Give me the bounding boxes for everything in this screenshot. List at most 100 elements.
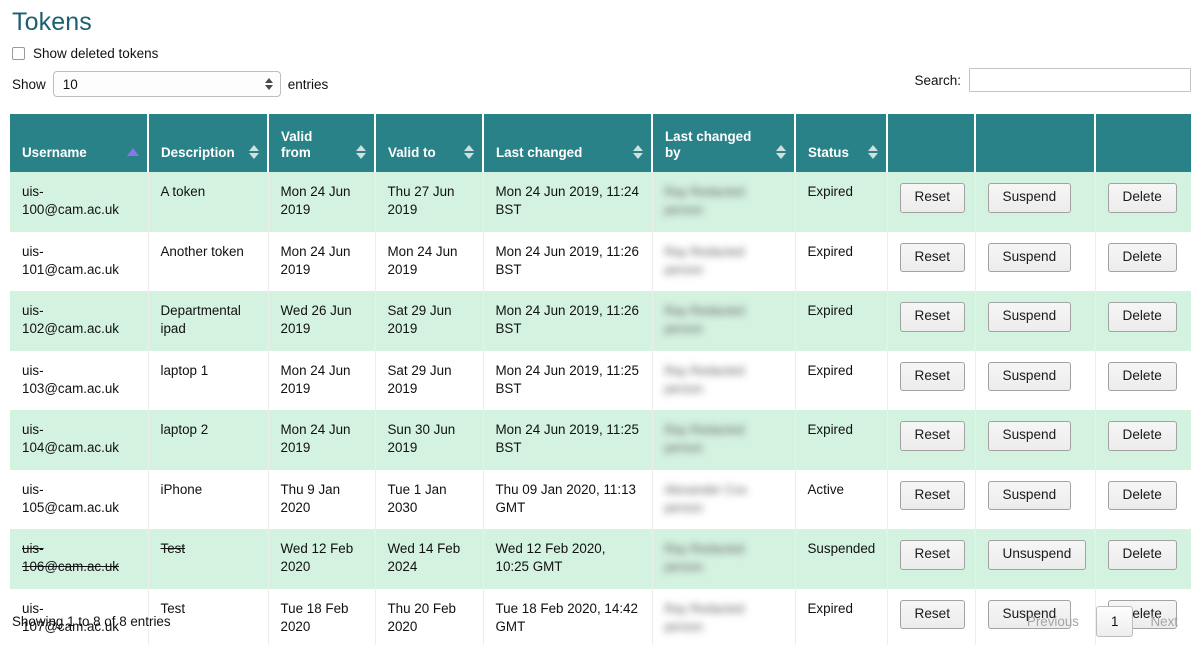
row-status: Expired	[795, 291, 888, 351]
row-last-changed: Mon 24 Jun 2019, 11:25 BST	[483, 410, 653, 470]
reset-button[interactable]: Reset	[899, 361, 966, 392]
row-username-text: uis-104@cam.ac.uk	[22, 422, 119, 456]
suspend-button[interactable]: Suspend	[987, 302, 1072, 332]
pagination-next[interactable]: Next	[1138, 606, 1190, 637]
delete-button[interactable]: Delete	[1107, 480, 1177, 511]
row-action-cell: Delete	[1095, 350, 1191, 410]
row-last-changed-by: Alexander Cox person	[652, 469, 796, 529]
sort-none-icon	[868, 145, 878, 159]
table-row: uis-104@cam.ac.uk laptop 2 Mon 24 Jun 2019…	[10, 410, 1191, 470]
table-row: uis-102@cam.ac.uk Departmental ipad Wed 26…	[10, 291, 1191, 351]
row-status-text: Expired	[807, 303, 853, 318]
row-status: Expired	[795, 231, 888, 291]
row-last-changed-by: Ray Redacted person	[652, 410, 796, 470]
table-row: uis-101@cam.ac.uk Another token Mon 24 Jun…	[10, 231, 1191, 291]
table-row: uis-100@cam.ac.uk A token Mon 24 Jun 2019 T…	[10, 172, 1191, 232]
row-status-text: Expired	[807, 362, 853, 378]
row-description-text: Test	[160, 541, 186, 556]
reset-button[interactable]: Reset	[899, 540, 966, 570]
row-status: Active	[795, 469, 888, 529]
row-username: uis-105@cam.ac.uk	[10, 469, 149, 529]
row-status-text: Expired	[807, 422, 853, 437]
row-valid-from: Thu 9 Jan 2020	[268, 469, 376, 529]
row-valid-to-text: Wed 14 Feb 2024	[387, 541, 461, 575]
sort-none-icon	[776, 145, 786, 159]
row-valid-from-text: Mon 24 Jun 2019	[280, 422, 351, 456]
column-header-valid-to[interactable]: Valid to	[375, 114, 484, 172]
row-status-text: Expired	[807, 600, 853, 616]
row-status-text: Suspended	[807, 541, 876, 556]
sort-none-icon	[464, 145, 474, 159]
row-username: uis-104@cam.ac.uk	[10, 410, 149, 470]
row-status-text: Expired	[807, 184, 853, 199]
page-length-value: 10	[62, 76, 78, 92]
show-deleted-tokens-label: Show deleted tokens	[33, 46, 159, 61]
reset-button[interactable]: Reset	[899, 183, 966, 213]
row-last-changed-text: Mon 24 Jun 2019, 11:24 BST	[495, 184, 639, 218]
column-header-status[interactable]: Status	[795, 114, 888, 172]
row-valid-from-text: Wed 12 Feb 2020	[280, 541, 354, 575]
row-action-cell: Reset	[887, 588, 976, 645]
row-status: Expired	[795, 410, 888, 470]
column-header-username[interactable]: Username	[10, 114, 149, 172]
row-last-changed-by: Ray Redacted person	[652, 350, 796, 410]
row-valid-from: Mon 24 Jun 2019	[268, 350, 376, 410]
row-username: uis-103@cam.ac.uk	[10, 350, 149, 410]
row-action-cell: Suspend	[975, 172, 1096, 232]
row-valid-to: Sat 29 Jun 2019	[375, 291, 484, 351]
row-status-text: Active	[807, 481, 844, 497]
page-title: Tokens	[12, 8, 92, 36]
reset-button[interactable]: Reset	[899, 480, 966, 511]
row-valid-to: Thu 20 Feb 2020	[375, 588, 484, 645]
sort-none-icon	[249, 145, 259, 159]
delete-button[interactable]: Delete	[1107, 302, 1177, 332]
row-description: laptop 2	[148, 410, 269, 470]
reset-button[interactable]: Reset	[899, 242, 966, 273]
delete-button[interactable]: Delete	[1107, 540, 1177, 570]
delete-button[interactable]: Delete	[1107, 421, 1177, 451]
row-valid-to-text: Thu 27 Jun 2019	[387, 184, 455, 218]
show-deleted-tokens-control[interactable]: Show deleted tokens	[12, 46, 158, 61]
row-action-cell: Suspend	[975, 469, 1096, 529]
suspend-button[interactable]: Suspend	[987, 242, 1072, 273]
row-valid-from-text: Wed 26 Jun 2019	[280, 303, 352, 337]
row-last-changed-by-redacted: Ray Redacted person	[664, 244, 745, 277]
delete-button[interactable]: Delete	[1107, 361, 1177, 392]
row-username: uis-106@cam.ac.uk	[10, 529, 149, 589]
page-length-select[interactable]: 10	[52, 71, 281, 97]
reset-button[interactable]: Reset	[899, 421, 966, 451]
suspend-button[interactable]: Suspend	[987, 421, 1072, 451]
row-description-text: Departmental ipad	[160, 303, 241, 337]
row-description: Test	[148, 529, 269, 589]
row-last-changed-by-redacted: Alexander Cox person	[664, 482, 748, 515]
column-header-last-changed-by[interactable]: Last changed by	[652, 114, 796, 172]
unsuspend-button[interactable]: Unsuspend	[987, 540, 1087, 570]
row-last-changed-text: Thu 09 Jan 2020, 11:13 GMT	[495, 481, 636, 515]
show-deleted-tokens-checkbox[interactable]	[12, 47, 25, 60]
row-last-changed-by-redacted: Ray Redacted person	[664, 542, 745, 575]
column-header-last-changed[interactable]: Last changed	[483, 114, 653, 172]
row-valid-from-text: Mon 24 Jun 2019	[280, 243, 351, 277]
reset-button[interactable]: Reset	[899, 302, 966, 332]
row-action-cell: Reset	[887, 410, 976, 470]
suspend-button[interactable]: Suspend	[987, 183, 1072, 213]
row-action-cell: Suspend	[975, 350, 1096, 410]
delete-button[interactable]: Delete	[1107, 242, 1177, 273]
row-username-text: uis-102@cam.ac.uk	[22, 303, 119, 337]
suspend-button[interactable]: Suspend	[987, 361, 1072, 392]
row-valid-to: Thu 27 Jun 2019	[375, 172, 484, 232]
delete-button[interactable]: Delete	[1107, 183, 1177, 213]
column-header-valid-from[interactable]: Valid from	[268, 114, 376, 172]
row-action-cell: Delete	[1095, 231, 1191, 291]
row-action-cell: Unsuspend	[975, 529, 1096, 589]
reset-button[interactable]: Reset	[899, 599, 966, 630]
row-description: iPhone	[148, 469, 269, 529]
row-valid-to: Sat 29 Jun 2019	[375, 350, 484, 410]
pagination-page-1[interactable]: 1	[1096, 606, 1134, 637]
suspend-button[interactable]: Suspend	[987, 480, 1072, 511]
row-last-changed-text: Mon 24 Jun 2019, 11:26 BST	[495, 303, 639, 337]
search-input[interactable]	[969, 68, 1191, 92]
row-last-changed-by: Ray Redacted person	[652, 231, 796, 291]
column-header-description[interactable]: Description	[148, 114, 269, 172]
pagination-previous[interactable]: Previous	[1015, 606, 1091, 637]
